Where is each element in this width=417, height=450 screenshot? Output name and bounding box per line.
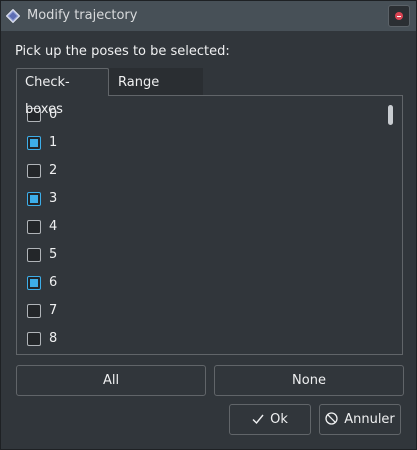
close-button[interactable] bbox=[388, 5, 410, 27]
scrollbar-handle[interactable] bbox=[388, 105, 393, 125]
select-none-button[interactable]: None bbox=[214, 365, 404, 396]
title-bar[interactable]: Modify trajectory bbox=[1, 1, 416, 31]
poses-panel: 0 1 2 3 4 5 6 7 8 bbox=[16, 95, 403, 355]
pose-checkbox[interactable] bbox=[27, 304, 41, 318]
window-title: Modify trajectory bbox=[27, 8, 138, 23]
list-item[interactable]: 8 bbox=[27, 329, 357, 349]
pose-label: 6 bbox=[49, 275, 58, 290]
checkmark-icon bbox=[252, 414, 264, 424]
pose-checkbox[interactable] bbox=[27, 192, 41, 206]
dialog-window: Modify trajectory Pick up the poses to b… bbox=[0, 0, 417, 450]
list-item[interactable]: 6 bbox=[27, 273, 357, 293]
list-item[interactable]: 1 bbox=[27, 133, 357, 153]
cancel-icon bbox=[325, 412, 338, 425]
pose-label: 8 bbox=[49, 331, 58, 346]
pose-checkbox[interactable] bbox=[27, 332, 41, 346]
list-item[interactable]: 4 bbox=[27, 217, 357, 237]
pose-label: 1 bbox=[49, 135, 58, 150]
pose-checkbox[interactable] bbox=[27, 136, 41, 150]
list-item[interactable]: 0 bbox=[27, 105, 357, 125]
pose-list: 0 1 2 3 4 5 6 7 8 bbox=[17, 96, 402, 354]
list-item[interactable]: 2 bbox=[27, 161, 357, 181]
ok-button-label: Ok bbox=[270, 412, 288, 427]
list-item[interactable]: 7 bbox=[27, 301, 357, 321]
diamond-app-icon bbox=[6, 9, 20, 23]
tab-range-select[interactable]: Range select bbox=[109, 68, 203, 117]
list-item[interactable]: 5 bbox=[27, 245, 357, 265]
tab-check-boxes[interactable]: Check-boxes bbox=[16, 68, 109, 117]
cancel-button[interactable]: Annuler bbox=[319, 404, 401, 435]
close-icon bbox=[395, 12, 403, 20]
ok-button[interactable]: Ok bbox=[229, 404, 311, 435]
select-all-button[interactable]: All bbox=[16, 365, 206, 396]
pose-label: 3 bbox=[49, 191, 58, 206]
pose-label: 7 bbox=[49, 303, 58, 318]
pose-label: 5 bbox=[49, 247, 58, 262]
pose-checkbox[interactable] bbox=[27, 276, 41, 290]
pose-checkbox[interactable] bbox=[27, 220, 41, 234]
pose-checkbox[interactable] bbox=[27, 164, 41, 178]
pose-checkbox[interactable] bbox=[27, 248, 41, 262]
instruction-label: Pick up the poses to be selected: bbox=[15, 44, 230, 59]
list-item[interactable]: 3 bbox=[27, 189, 357, 209]
cancel-button-label: Annuler bbox=[344, 412, 395, 427]
pose-label: 2 bbox=[49, 163, 58, 178]
pose-label: 4 bbox=[49, 219, 58, 234]
